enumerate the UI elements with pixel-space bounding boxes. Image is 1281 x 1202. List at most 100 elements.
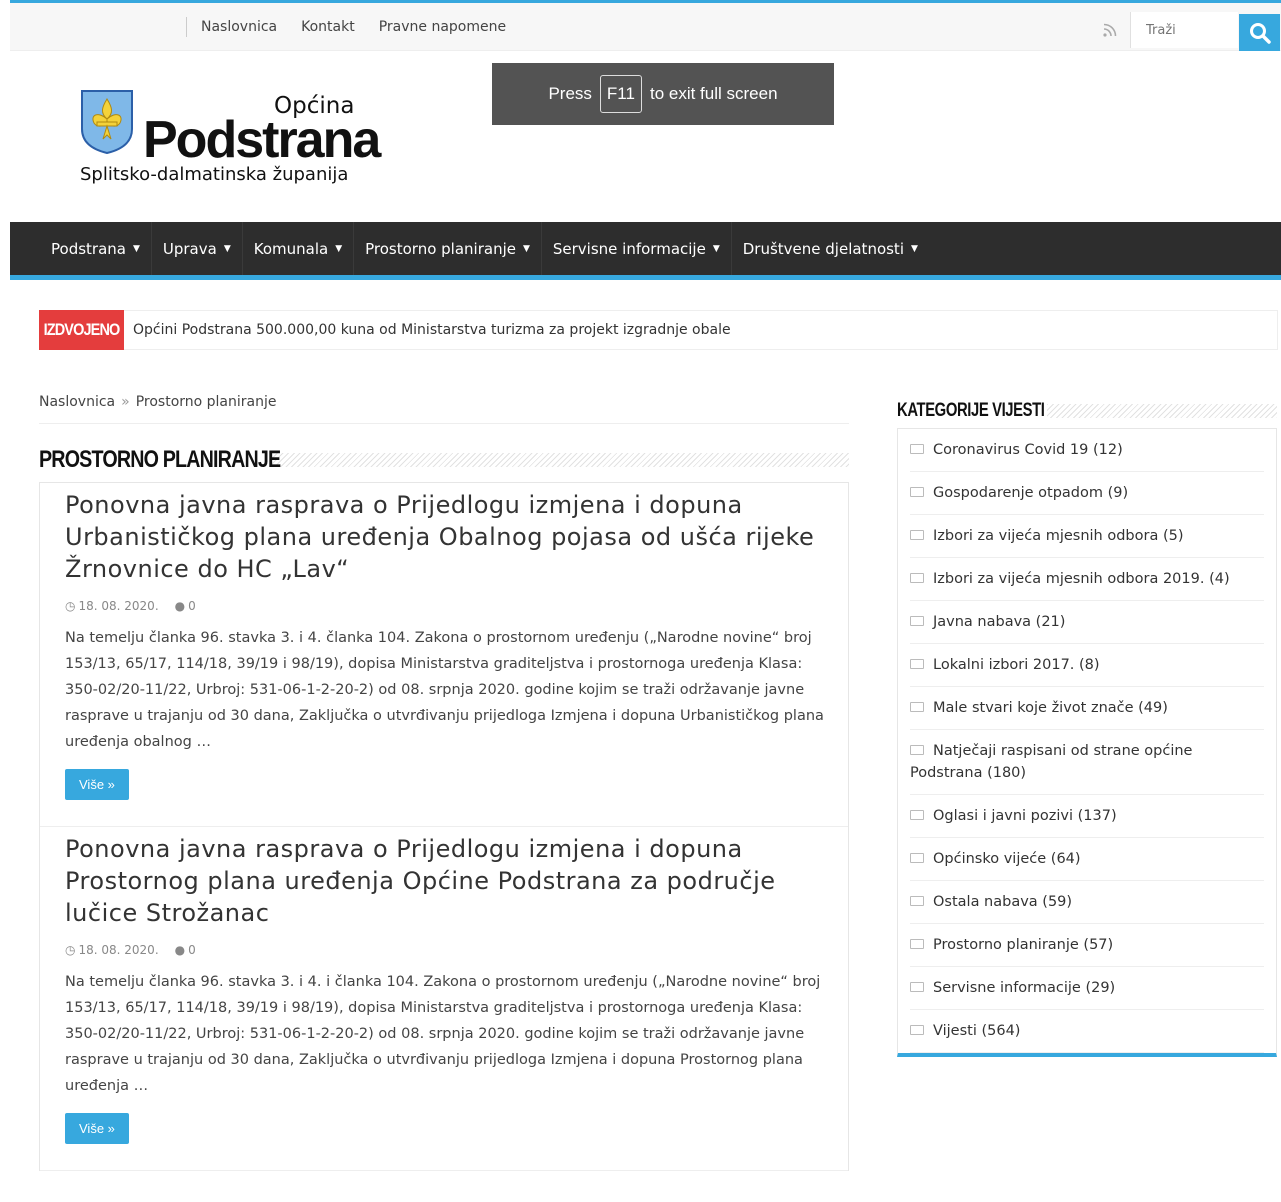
site-logo[interactable]: Općina Podstrana Splitsko-dalmatinska žu… bbox=[80, 88, 381, 192]
search-button[interactable] bbox=[1239, 14, 1280, 51]
page-title-row: PROSTORNO PLANIRANJE bbox=[39, 442, 849, 478]
folder-icon bbox=[910, 853, 924, 863]
category-label: Izbori za vijeća mjesnih odbora (5) bbox=[933, 528, 1184, 544]
logo-line-county: Splitsko-dalmatinska županija bbox=[80, 164, 349, 185]
main-nav-label: Servisne informacije bbox=[552, 239, 706, 258]
main-nav-prostorno[interactable]: Prostorno planiranje ▼ bbox=[354, 222, 542, 275]
category-label: Lokalni izbori 2017. (8) bbox=[933, 657, 1100, 673]
category-item[interactable]: Male stvari koje život znače (49) bbox=[910, 687, 1264, 730]
caret-down-icon: ▼ bbox=[712, 243, 720, 254]
category-label: Prostorno planiranje (57) bbox=[933, 937, 1114, 953]
read-more-button[interactable]: Više » bbox=[65, 1113, 129, 1144]
category-item[interactable]: Servisne informacije (29) bbox=[910, 967, 1264, 1010]
folder-icon bbox=[910, 702, 924, 712]
post-comments[interactable]: ● 0 bbox=[175, 599, 196, 613]
clock-icon: ◷ bbox=[65, 943, 76, 957]
category-item[interactable]: Gospodarenje otpadom (9) bbox=[910, 472, 1264, 515]
top-nav: Naslovnica Kontakt Pravne napomene bbox=[186, 17, 506, 37]
category-item[interactable]: Ostala nabava (59) bbox=[910, 881, 1264, 924]
post-date-text: 18. 08. 2020. bbox=[78, 943, 159, 957]
folder-icon bbox=[910, 939, 924, 949]
top-nav-home[interactable]: Naslovnica bbox=[201, 17, 277, 37]
page-title: PROSTORNO PLANIRANJE bbox=[39, 446, 281, 473]
sidebar-title: KATEGORIJE VIJESTI bbox=[897, 400, 1045, 421]
category-label: Oglasi i javni pozivi (137) bbox=[933, 808, 1117, 824]
comments-icon: ● bbox=[174, 943, 186, 957]
category-label: Gospodarenje otpadom (9) bbox=[933, 485, 1129, 501]
clock-icon: ◷ bbox=[65, 599, 76, 613]
breaking-news-link[interactable]: Općini Podstrana 500.000,00 kuna od Mini… bbox=[133, 322, 731, 338]
fullscreen-notice-key: F11 bbox=[599, 75, 642, 113]
post-title[interactable]: Ponovna javna rasprava o Prijedlogu izmj… bbox=[65, 489, 824, 585]
post-date-text: 18. 08. 2020. bbox=[78, 599, 159, 613]
folder-icon bbox=[910, 1025, 924, 1035]
folder-icon bbox=[910, 530, 924, 540]
caret-down-icon: ▼ bbox=[522, 243, 530, 254]
post-excerpt: Na temelju članka 96. stavka 3. i 4. čla… bbox=[65, 630, 824, 750]
category-item[interactable]: Vijesti (564) bbox=[910, 1010, 1264, 1053]
category-label: Servisne informacije (29) bbox=[933, 980, 1116, 996]
rss-icon[interactable] bbox=[1102, 22, 1118, 38]
category-item[interactable]: Natječaji raspisani od strane općine Pod… bbox=[910, 730, 1264, 795]
post-comments-count: 0 bbox=[188, 943, 196, 957]
page: Naslovnica Kontakt Pravne napomene Općin… bbox=[10, 0, 1281, 1202]
main-nav-servisne[interactable]: Servisne informacije ▼ bbox=[542, 222, 732, 275]
category-label: Općinsko vijeće (64) bbox=[933, 851, 1081, 867]
breadcrumb: Naslovnica » Prostorno planiranje bbox=[39, 380, 849, 424]
top-nav-legal[interactable]: Pravne napomene bbox=[379, 17, 506, 37]
top-bar: Naslovnica Kontakt Pravne napomene bbox=[10, 3, 1281, 51]
post-date: ◷ 18. 08. 2020. bbox=[65, 599, 159, 613]
category-label: Natječaji raspisani od strane općine Pod… bbox=[910, 743, 1193, 781]
breadcrumb-current: Prostorno planiranje bbox=[135, 394, 277, 410]
caret-down-icon: ▼ bbox=[335, 243, 343, 254]
logo-line-podstrana: Podstrana bbox=[143, 111, 381, 169]
folder-icon bbox=[910, 573, 924, 583]
folder-icon bbox=[910, 982, 924, 992]
post-comments-count: 0 bbox=[188, 599, 196, 613]
coat-of-arms-icon bbox=[81, 90, 133, 155]
fullscreen-notice-after: to exit full screen bbox=[649, 84, 778, 103]
main-nav-label: Društvene djelatnosti bbox=[742, 239, 904, 258]
folder-icon bbox=[910, 444, 924, 454]
post-item: Ponovna javna rasprava o Prijedlogu izmj… bbox=[40, 827, 848, 1171]
main-content: Naslovnica » Prostorno planiranje PROSTORN… bbox=[39, 380, 849, 1171]
breadcrumb-home[interactable]: Naslovnica bbox=[39, 394, 115, 410]
post-title[interactable]: Ponovna javna rasprava o Prijedlogu izmj… bbox=[65, 833, 824, 929]
category-list: Coronavirus Covid 19 (12) Gospodarenje o… bbox=[910, 429, 1264, 1053]
category-item[interactable]: Lokalni izbori 2017. (8) bbox=[910, 644, 1264, 687]
category-item[interactable]: Oglasi i javni pozivi (137) bbox=[910, 795, 1264, 838]
main-nav-podstrana[interactable]: Podstrana ▼ bbox=[40, 222, 152, 275]
main-nav-komunala[interactable]: Komunala ▼ bbox=[243, 222, 355, 275]
post-comments[interactable]: ● 0 bbox=[175, 943, 196, 957]
category-item[interactable]: Prostorno planiranje (57) bbox=[910, 924, 1264, 967]
title-stripes bbox=[271, 453, 849, 467]
post-item: Ponovna javna rasprava o Prijedlogu izmj… bbox=[40, 483, 848, 827]
main-nav-drustvene[interactable]: Društvene djelatnosti ▼ bbox=[732, 222, 929, 275]
folder-icon bbox=[910, 487, 924, 497]
post-date: ◷ 18. 08. 2020. bbox=[65, 943, 159, 957]
main-nav-label: Uprava bbox=[162, 239, 217, 258]
read-more-button[interactable]: Više » bbox=[65, 769, 129, 800]
category-label: Izbori za vijeća mjesnih odbora 2019. (4… bbox=[933, 571, 1230, 587]
category-label: Coronavirus Covid 19 (12) bbox=[933, 442, 1123, 458]
category-item[interactable]: Izbori za vijeća mjesnih odbora (5) bbox=[910, 515, 1264, 558]
folder-icon bbox=[910, 659, 924, 669]
sidebar: KATEGORIJE VIJESTI Coronavirus Covid 19 … bbox=[897, 396, 1277, 1057]
category-item[interactable]: Coronavirus Covid 19 (12) bbox=[910, 429, 1264, 472]
category-item[interactable]: Općinsko vijeće (64) bbox=[910, 838, 1264, 881]
breaking-news-tag: IZDVOJENO bbox=[39, 309, 124, 350]
title-stripes bbox=[1047, 404, 1277, 418]
main-nav: Podstrana ▼ Uprava ▼ Komunala ▼ Prostorno p… bbox=[10, 222, 1281, 280]
fullscreen-notice-before: Press bbox=[548, 84, 592, 103]
category-label: Javna nabava (21) bbox=[933, 614, 1066, 630]
main-nav-label: Podstrana bbox=[51, 239, 126, 258]
comments-icon: ● bbox=[174, 599, 186, 613]
category-item[interactable]: Izbori za vijeća mjesnih odbora 2019. (4… bbox=[910, 558, 1264, 601]
category-item[interactable]: Javna nabava (21) bbox=[910, 601, 1264, 644]
main-nav-label: Prostorno planiranje bbox=[365, 239, 516, 258]
folder-icon bbox=[910, 810, 924, 820]
search-input[interactable] bbox=[1131, 12, 1238, 48]
top-nav-contact[interactable]: Kontakt bbox=[301, 17, 355, 37]
main-nav-uprava[interactable]: Uprava ▼ bbox=[152, 222, 243, 275]
category-label: Male stvari koje život znače (49) bbox=[933, 700, 1168, 716]
